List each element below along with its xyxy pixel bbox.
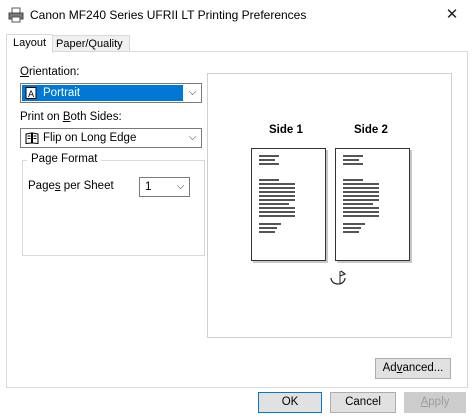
apply-button[interactable]: Apply [404,392,466,413]
pages-per-sheet-select[interactable]: 1 ⌵ [139,177,190,197]
printer-icon [8,7,24,23]
tab-paper-quality[interactable]: Paper/Quality [49,35,130,52]
close-icon[interactable]: ✕ [442,6,462,24]
duplex-value: Flip on Long Edge [43,132,137,144]
page-format-group [22,160,205,256]
side-1-label: Side 1 [269,124,303,136]
duplex-label: Print on Both Sides: [20,111,122,123]
preview-page-side-1 [251,148,326,261]
duplex-select[interactable]: Flip on Long Edge ⌵ [20,128,202,148]
rotate-flip-icon [330,270,347,285]
tab-layout[interactable]: Layout [6,34,54,53]
portrait-page-icon: A [25,87,37,99]
svg-text:A: A [28,90,35,99]
chevron-down-icon[interactable]: ⌵ [184,84,201,102]
pages-per-sheet-label: Pages per Sheet [28,180,114,192]
orientation-value: Portrait [43,87,81,99]
page-format-title: Page Format [27,153,102,165]
advanced-button[interactable]: Advanced... [375,358,451,379]
orientation-select[interactable]: A Portrait ⌵ [20,83,202,103]
orientation-label: Orientation: [20,66,80,78]
window-title: Canon MF240 Series UFRII LT Printing Pre… [30,8,307,22]
ok-button[interactable]: OK [258,392,322,413]
preview-page-side-2 [335,148,410,261]
book-flip-icon [25,132,39,144]
cancel-button[interactable]: Cancel [330,392,396,413]
chevron-down-icon[interactable]: ⌵ [172,178,189,196]
title-bar: Canon MF240 Series UFRII LT Printing Pre… [0,0,474,30]
layout-preview: Side 1 Side 2 [207,73,452,338]
side-2-label: Side 2 [354,124,388,136]
layout-panel: Orientation: A Portrait ⌵ Print on Both … [6,51,468,388]
pages-per-sheet-value: 1 [145,181,152,193]
chevron-down-icon[interactable]: ⌵ [184,129,201,147]
